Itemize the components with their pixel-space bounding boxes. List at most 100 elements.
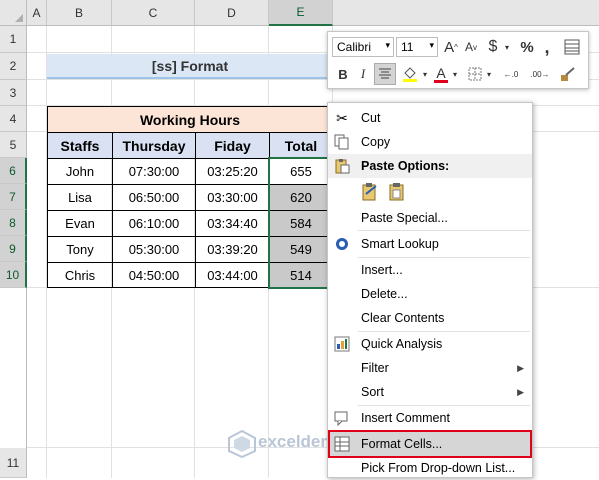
row-header-2[interactable]: 2 bbox=[0, 53, 27, 80]
chevron-right-icon: ▶ bbox=[517, 386, 524, 397]
percent-style-button[interactable]: % bbox=[518, 37, 536, 57]
table-cell-staff[interactable]: John bbox=[47, 158, 113, 185]
paint-bucket-icon bbox=[403, 67, 417, 82]
italic-button[interactable]: I bbox=[354, 63, 372, 85]
table-icon bbox=[564, 39, 580, 55]
sheet-title[interactable]: [ss] Format bbox=[47, 54, 333, 79]
column-header-f[interactable] bbox=[333, 0, 599, 26]
chevron-down-icon[interactable]: ▾ bbox=[502, 37, 512, 57]
row-header-10[interactable]: 10 bbox=[0, 262, 27, 288]
menu-item-smart-lookup[interactable]: Smart Lookup bbox=[328, 232, 532, 256]
menu-separator bbox=[358, 230, 530, 231]
align-center-button[interactable] bbox=[374, 63, 396, 85]
menu-item-quick-analysis[interactable]: Quick Analysis bbox=[328, 332, 532, 356]
row-header-4[interactable]: 4 bbox=[0, 106, 27, 132]
fill-color-button[interactable] bbox=[400, 63, 420, 85]
chevron-right-icon: ▶ bbox=[517, 362, 524, 373]
table-cell-thursday[interactable]: 05:30:00 bbox=[112, 236, 196, 263]
decrease-decimal-button[interactable]: .00→ bbox=[526, 63, 554, 85]
paintbrush-icon bbox=[561, 67, 575, 81]
table-cell-total[interactable]: 620 bbox=[269, 184, 333, 211]
row-header-3[interactable]: 3 bbox=[0, 80, 27, 106]
table-cell-staff[interactable]: Evan bbox=[47, 210, 113, 237]
select-all-corner[interactable] bbox=[0, 0, 27, 26]
table-cell-fiday[interactable]: 03:44:00 bbox=[195, 262, 270, 288]
font-size-box[interactable]: 11 ▾ bbox=[396, 37, 438, 57]
borders-button[interactable] bbox=[466, 63, 484, 85]
menu-item-format-cells[interactable]: Format Cells... bbox=[328, 430, 532, 458]
paste-values-button[interactable] bbox=[386, 180, 408, 204]
column-header-a[interactable]: A bbox=[27, 0, 47, 26]
table-cell-fiday[interactable]: 03:34:40 bbox=[195, 210, 270, 237]
column-header-c[interactable]: C bbox=[112, 0, 195, 26]
font-name-box[interactable]: Calibri ▾ bbox=[332, 37, 394, 57]
mini-toolbar: Calibri ▾ 11 ▾ A ^ Av $ ▾ % , B I ▾ A ▾ ▾… bbox=[327, 31, 589, 89]
header-total[interactable]: Total bbox=[269, 132, 333, 159]
table-cell-staff[interactable]: Tony bbox=[47, 236, 113, 263]
row-header-1[interactable]: 1 bbox=[0, 26, 27, 53]
increase-decimal-button[interactable]: ←.0 bbox=[498, 63, 524, 85]
header-staffs[interactable]: Staffs bbox=[47, 132, 113, 159]
font-color-swatch bbox=[434, 79, 448, 83]
chevron-down-icon: ▾ bbox=[385, 40, 390, 50]
paste-button[interactable] bbox=[359, 180, 381, 204]
table-cell-thursday[interactable]: 04:50:00 bbox=[112, 262, 196, 288]
clipboard-icon bbox=[332, 156, 352, 176]
table-cell-total-active[interactable]: 655 bbox=[269, 158, 333, 185]
header-fiday[interactable]: Fiday bbox=[195, 132, 270, 159]
menu-item-insert[interactable]: Insert... bbox=[328, 258, 532, 282]
format-painter-button[interactable] bbox=[558, 63, 578, 85]
menu-item-delete[interactable]: Delete... bbox=[328, 282, 532, 306]
font-name: Calibri bbox=[337, 40, 372, 54]
column-header-d[interactable]: D bbox=[195, 0, 269, 26]
format-table-button[interactable] bbox=[562, 37, 582, 57]
table-cell-fiday[interactable]: 03:25:20 bbox=[195, 158, 270, 185]
table-cell-staff[interactable]: Lisa bbox=[47, 184, 113, 211]
comma-style-button[interactable]: , bbox=[540, 37, 554, 57]
header-thursday[interactable]: Thursday bbox=[112, 132, 196, 159]
menu-item-insert-comment[interactable]: Insert Comment bbox=[328, 406, 532, 430]
menu-item-clear-contents[interactable]: Clear Contents bbox=[328, 306, 532, 330]
row-header-8[interactable]: 8 bbox=[0, 210, 27, 236]
table-cell-fiday[interactable]: 03:39:20 bbox=[195, 236, 270, 263]
menu-item-paste-special[interactable]: Paste Special... bbox=[328, 206, 532, 230]
menu-item-sort[interactable]: Sort ▶ bbox=[328, 380, 532, 404]
borders-icon bbox=[468, 67, 482, 81]
row-header-gap bbox=[0, 288, 27, 448]
row-header-5[interactable]: 5 bbox=[0, 132, 27, 158]
table-group-header[interactable]: Working Hours bbox=[47, 106, 333, 133]
bold-button[interactable]: B bbox=[334, 63, 352, 85]
copy-icon bbox=[332, 132, 352, 152]
scissors-icon: ✂ bbox=[336, 109, 348, 126]
table-cell-staff[interactable]: Chris bbox=[47, 262, 113, 288]
accounting-format-button[interactable]: $ bbox=[484, 37, 502, 57]
chevron-down-icon[interactable]: ▾ bbox=[484, 63, 494, 85]
context-menu: ✂ Cut Copy Paste Options: Paste Special.… bbox=[327, 102, 533, 478]
paste-values-icon bbox=[389, 183, 404, 201]
table-cell-thursday[interactable]: 07:30:00 bbox=[112, 158, 196, 185]
menu-item-cut[interactable]: ✂ Cut bbox=[328, 106, 532, 130]
chevron-down-icon[interactable]: ▾ bbox=[420, 63, 430, 85]
chevron-down-icon[interactable]: ▾ bbox=[450, 63, 460, 85]
watermark-logo-icon bbox=[228, 430, 256, 458]
row-header-11[interactable]: 11 bbox=[0, 448, 27, 478]
decrease-font-size-button[interactable]: Av bbox=[462, 37, 480, 57]
menu-item-pick-from-dropdown[interactable]: Pick From Drop-down List... bbox=[328, 456, 532, 480]
comment-icon bbox=[332, 408, 352, 428]
table-cell-total[interactable]: 549 bbox=[269, 236, 333, 263]
format-cells-icon bbox=[332, 434, 352, 454]
table-cell-total[interactable]: 514 bbox=[269, 262, 333, 288]
font-color-button[interactable]: A bbox=[432, 63, 450, 85]
column-header-e[interactable]: E bbox=[269, 0, 333, 26]
column-header-b[interactable]: B bbox=[47, 0, 112, 26]
menu-item-filter[interactable]: Filter ▶ bbox=[328, 356, 532, 380]
table-cell-total[interactable]: 584 bbox=[269, 210, 333, 237]
table-cell-thursday[interactable]: 06:10:00 bbox=[112, 210, 196, 237]
row-header-6[interactable]: 6 bbox=[0, 158, 27, 184]
row-header-7[interactable]: 7 bbox=[0, 184, 27, 210]
table-cell-fiday[interactable]: 03:30:00 bbox=[195, 184, 270, 211]
increase-font-size-button[interactable]: A ^ bbox=[442, 37, 460, 57]
row-header-9[interactable]: 9 bbox=[0, 236, 27, 262]
menu-item-copy[interactable]: Copy bbox=[328, 130, 532, 154]
table-cell-thursday[interactable]: 06:50:00 bbox=[112, 184, 196, 211]
